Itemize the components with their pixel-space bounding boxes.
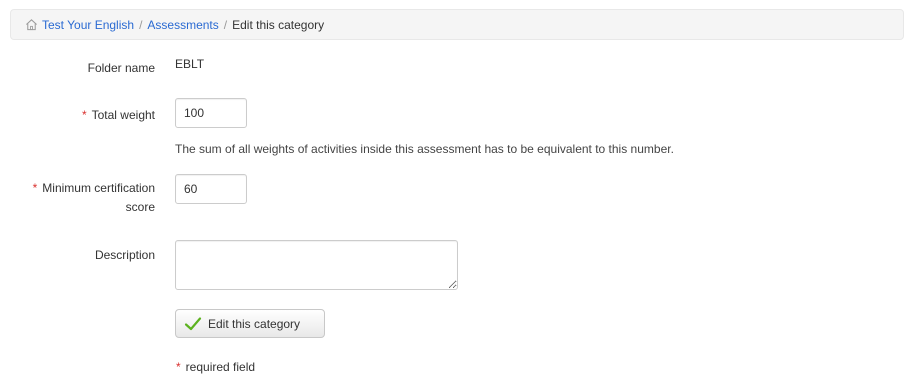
breadcrumb-separator: /: [139, 17, 143, 32]
edit-category-button[interactable]: Edit this category: [175, 309, 325, 338]
folder-name-value: EBLT: [175, 57, 205, 71]
home-icon[interactable]: [25, 18, 38, 31]
total-weight-help: The sum of all weights of activities ins…: [175, 142, 674, 156]
edit-category-button-label: Edit this category: [208, 316, 301, 331]
total-weight-label: * Total weight: [81, 108, 155, 122]
folder-name-label: Folder name: [87, 61, 155, 75]
breadcrumb-current: Edit this category: [232, 17, 325, 32]
description-textarea[interactable]: [175, 240, 458, 290]
min-certification-score-input[interactable]: [175, 174, 247, 204]
breadcrumb-link-assessments[interactable]: Assessments: [147, 18, 218, 32]
total-weight-input[interactable]: [175, 98, 247, 128]
required-star: *: [32, 181, 38, 195]
description-label: Description: [94, 248, 155, 262]
check-icon: [184, 316, 202, 330]
breadcrumb-link-test-your-english[interactable]: Test Your English: [42, 18, 134, 32]
breadcrumb-separator: /: [223, 17, 228, 32]
min-certification-score-label: * Minimum certification score: [32, 181, 155, 214]
required-star: *: [81, 108, 87, 122]
required-field-note: * required field: [176, 360, 256, 374]
breadcrumb: Test Your English / Assessments / Edit t…: [10, 9, 904, 40]
required-star: *: [176, 360, 181, 374]
